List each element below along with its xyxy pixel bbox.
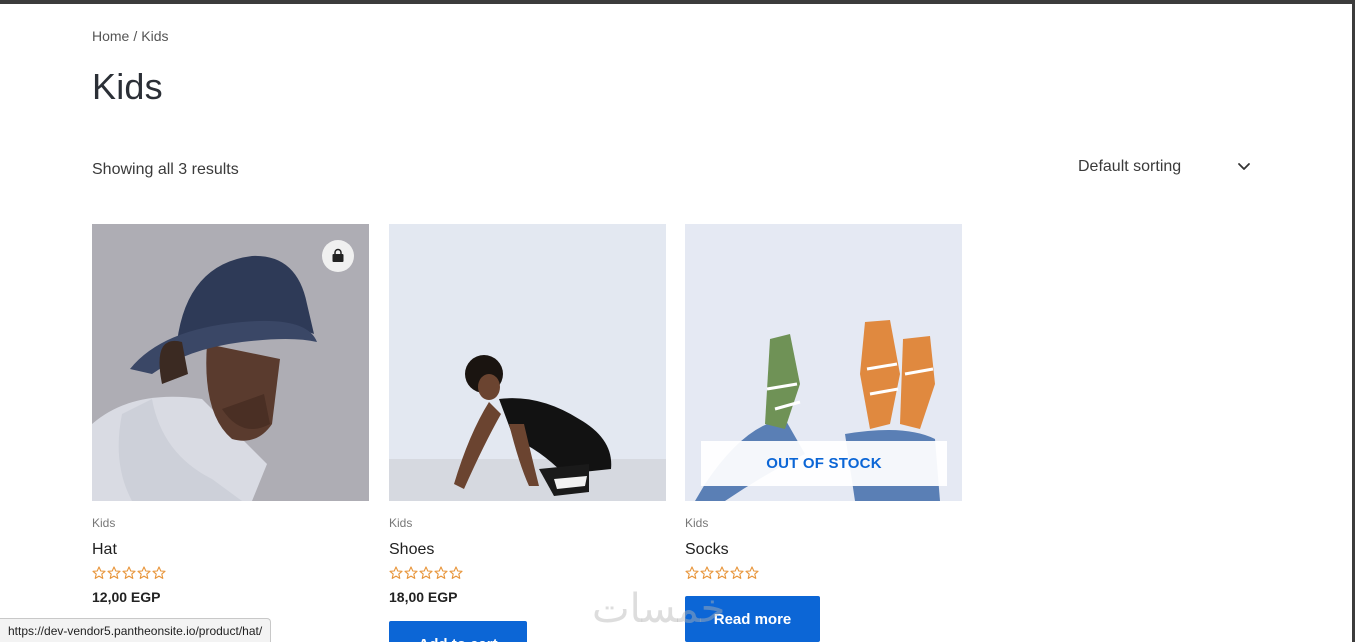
star-icon <box>137 566 151 579</box>
page-title: Kids <box>92 66 163 107</box>
star-icon <box>419 566 433 579</box>
add-to-cart-button[interactable]: Add to cart <box>389 621 527 642</box>
window-top-border <box>0 0 1355 4</box>
star-icon <box>745 566 759 579</box>
sorting-select[interactable]: Default sorting <box>1066 150 1262 184</box>
product-name[interactable]: Hat <box>92 541 117 559</box>
shopping-bag-icon <box>332 248 344 262</box>
star-icon <box>152 566 166 579</box>
star-icon <box>122 566 136 579</box>
product-price: 18,00 EGP <box>389 589 458 605</box>
star-icon <box>389 566 403 579</box>
star-icon <box>715 566 729 579</box>
star-icon <box>700 566 714 579</box>
product-name[interactable]: Socks <box>685 541 729 559</box>
watermark: خمسات <box>592 586 726 632</box>
sorting-selected-value: Default sorting <box>1078 158 1182 175</box>
star-icon <box>107 566 121 579</box>
product-card-shoes: Kids Shoes 18,00 EGP Add to cart <box>389 224 666 642</box>
out-of-stock-label: OUT OF STOCK <box>701 441 947 486</box>
product-image-socks[interactable]: OUT OF STOCK <box>685 224 962 501</box>
product-name[interactable]: Shoes <box>389 541 434 559</box>
quick-add-cart-button[interactable] <box>322 240 354 272</box>
product-category[interactable]: Kids <box>92 516 115 530</box>
star-icon <box>92 566 106 579</box>
breadcrumb-separator: / <box>133 28 138 44</box>
result-count: Showing all 3 results <box>92 161 239 178</box>
breadcrumb-current: Kids <box>141 28 169 44</box>
product-rating-stars <box>92 566 166 580</box>
product-rating-stars <box>685 566 759 580</box>
chevron-down-icon <box>1238 163 1250 170</box>
star-icon <box>449 566 463 579</box>
product-image-shoes[interactable] <box>389 224 666 501</box>
shoes-photo <box>389 224 666 501</box>
breadcrumb: Home / Kids <box>92 28 168 44</box>
product-category[interactable]: Kids <box>389 516 412 530</box>
status-bar-url: https://dev-vendor5.pantheonsite.io/prod… <box>0 618 272 642</box>
product-category[interactable]: Kids <box>685 516 708 530</box>
star-icon <box>434 566 448 579</box>
breadcrumb-home-link[interactable]: Home <box>92 28 129 44</box>
star-icon <box>685 566 699 579</box>
product-card-socks: OUT OF STOCK Kids Socks Read more <box>685 224 962 642</box>
star-icon <box>404 566 418 579</box>
star-icon <box>730 566 744 579</box>
product-image-hat[interactable] <box>92 224 369 501</box>
product-card-hat: Kids Hat 12,00 EGP <box>92 224 369 605</box>
product-rating-stars <box>389 566 463 580</box>
product-price: 12,00 EGP <box>92 589 161 605</box>
